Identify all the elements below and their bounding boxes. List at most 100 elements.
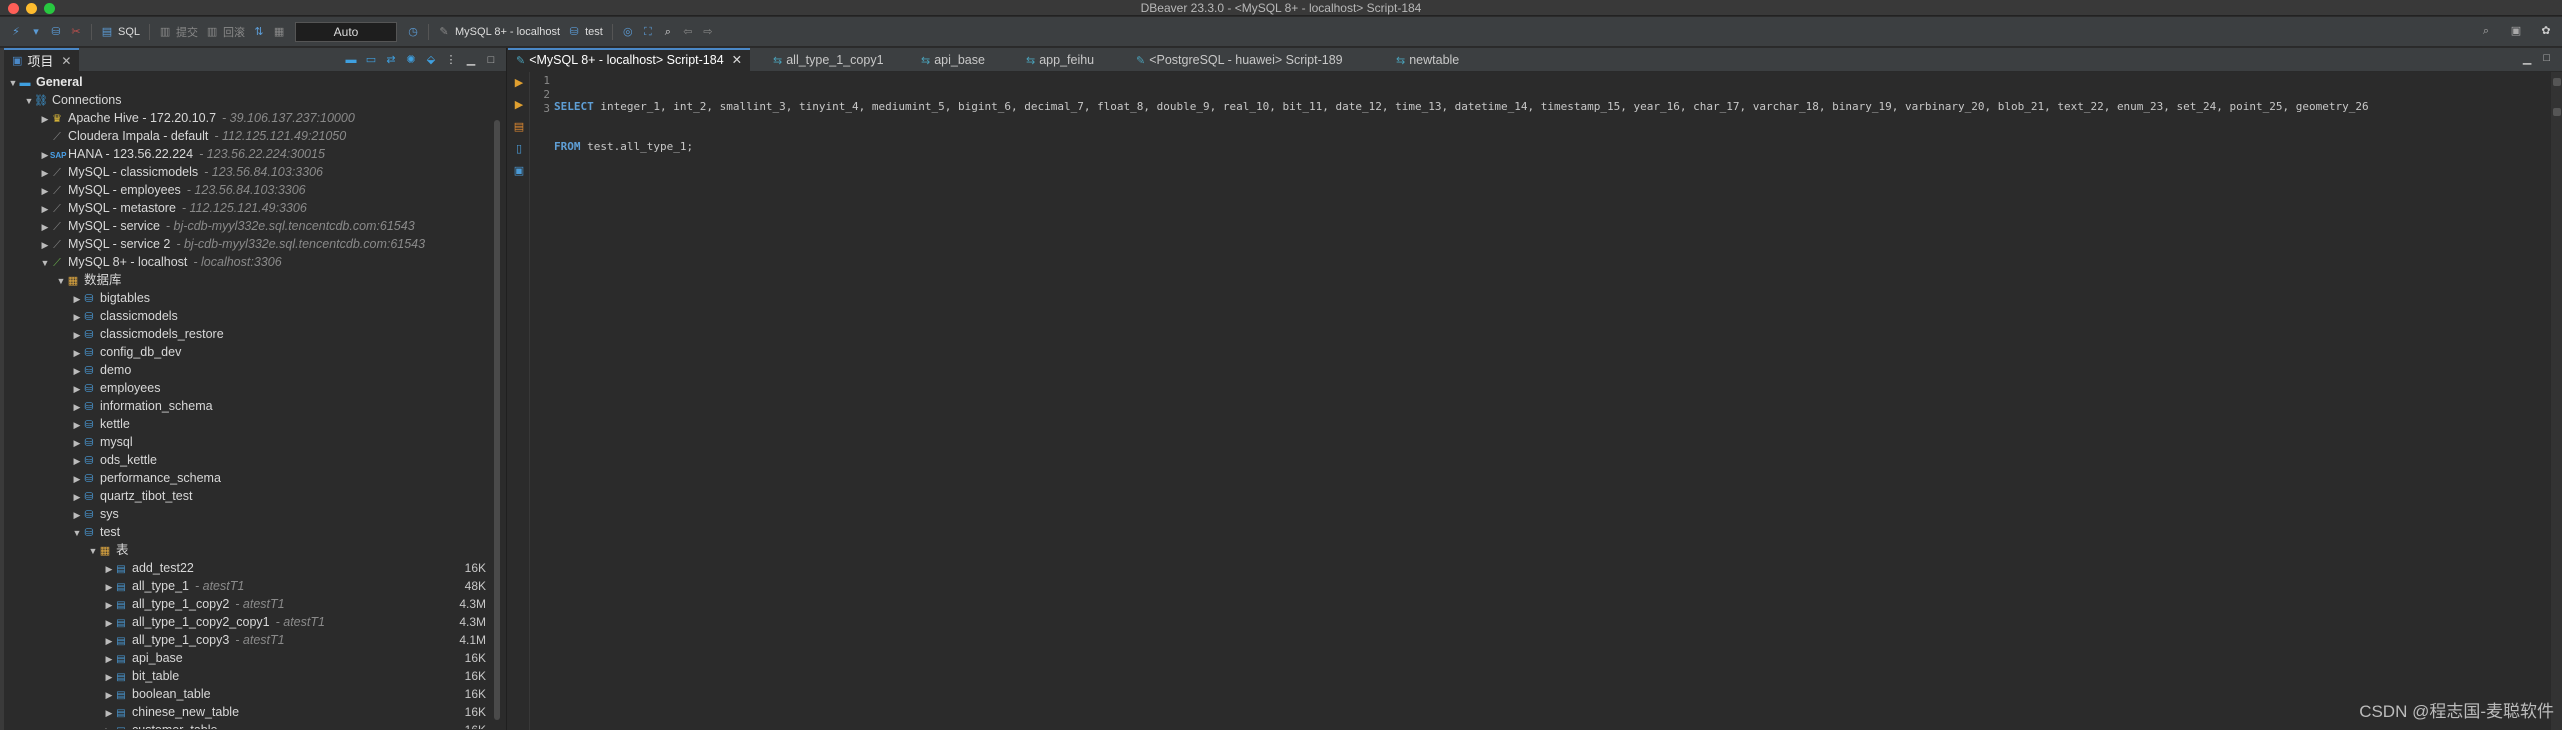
chevron-right-icon[interactable]: ▶ bbox=[104, 560, 114, 578]
chevron-right-icon[interactable]: ▶ bbox=[40, 110, 50, 128]
tree-item-table[interactable]: ▶ ▤ all_type_1_copy3- atestT1 4.1M bbox=[104, 631, 494, 649]
tree-item-connection[interactable]: ▶ ⟋ MySQL - classicmodels - 123.56.84.103:3… bbox=[40, 163, 506, 181]
sql-editor-button[interactable]: SQL bbox=[118, 26, 140, 38]
view-menu-icon[interactable]: ⋮ bbox=[444, 53, 458, 67]
chevron-right-icon[interactable]: ▶ bbox=[72, 470, 82, 488]
editor-tab-api-base[interactable]: ⇆ api_base bbox=[921, 48, 985, 72]
chevron-down-icon[interactable]: ▼ bbox=[56, 272, 66, 290]
execute-statement-icon[interactable]: ▶ bbox=[513, 77, 525, 89]
chevron-right-icon[interactable]: ▶ bbox=[40, 200, 50, 218]
tree-item-connection[interactable]: ▶ ⟋ MySQL - service 2 - bj-cdb-myyl332e.sql… bbox=[40, 235, 506, 253]
tree-item-database[interactable]: ▶ ⛁ employees bbox=[72, 379, 506, 397]
chevron-right-icon[interactable]: ▶ bbox=[40, 236, 50, 254]
maximize-icon[interactable]: □ bbox=[2543, 52, 2550, 65]
chevron-right-icon[interactable]: ▶ bbox=[72, 362, 82, 380]
commit-button[interactable]: 提交 bbox=[176, 24, 198, 40]
transaction-mode-select[interactable]: Auto bbox=[295, 21, 398, 42]
tree-item-table[interactable]: ▶ ▤ all_type_1_copy2_copy1- atestT1 4.3M bbox=[104, 613, 494, 631]
transaction-log-icon[interactable]: ▦ bbox=[272, 25, 286, 39]
active-schema-selector[interactable]: test bbox=[585, 26, 603, 38]
tree-item-databases-folder[interactable]: ▼ ▦ 数据库 bbox=[56, 271, 506, 289]
tree-item-connection[interactable]: ▶ ⟋ MySQL - employees - 123.56.84.103:3306 bbox=[40, 181, 506, 199]
new-folder-icon[interactable]: ▬ bbox=[344, 53, 358, 67]
tree-item-table[interactable]: ▶ ▤ all_type_1- atestT1 48K bbox=[104, 577, 494, 595]
chevron-right-icon[interactable]: ▶ bbox=[104, 578, 114, 596]
chevron-right-icon[interactable]: ▶ bbox=[104, 704, 114, 722]
link-editor-icon[interactable]: ⇄ bbox=[384, 53, 398, 67]
chevron-down-icon[interactable]: ▼ bbox=[88, 542, 98, 560]
tree-item-table[interactable]: ▶ ▤ api_base 16K bbox=[104, 649, 494, 667]
chevron-right-icon[interactable]: ▶ bbox=[72, 452, 82, 470]
chevron-right-icon[interactable]: ▶ bbox=[72, 290, 82, 308]
db-navigator-icon[interactable]: ▾ bbox=[29, 25, 43, 39]
sql-templates-icon[interactable]: ⛶ bbox=[641, 25, 655, 39]
tree-item-connections[interactable]: ▼⛓ Connections bbox=[24, 91, 506, 109]
tree-item-database[interactable]: ▶ ⛁ ods_kettle bbox=[72, 451, 506, 469]
tree-item-connection[interactable]: ▶ ♛ Apache Hive - 172.20.10.7 - 39.106.137.… bbox=[40, 109, 506, 127]
rollback-icon[interactable]: ▥ bbox=[205, 25, 219, 39]
outline-icon[interactable] bbox=[2553, 78, 2561, 86]
chevron-right-icon[interactable]: ▶ bbox=[104, 614, 114, 632]
terminal-icon[interactable]: ▣ bbox=[513, 165, 525, 177]
chevron-right-icon[interactable]: ▶ bbox=[72, 326, 82, 344]
disconnect-icon[interactable]: ✂ bbox=[69, 25, 83, 39]
tree-item-database[interactable]: ▶ ⛁ classicmodels_restore bbox=[72, 325, 506, 343]
tree-item-database[interactable]: ▶ ⛁ mysql bbox=[72, 433, 506, 451]
perspective-icon[interactable]: ▣ bbox=[2509, 24, 2523, 38]
collapse-all-icon[interactable]: ▭ bbox=[364, 53, 378, 67]
tree-item-table[interactable]: ▶ ▤ boolean_table 16K bbox=[104, 685, 494, 703]
close-icon[interactable]: ✕ bbox=[61, 54, 71, 68]
editor-tab-script-184[interactable]: ✎ <MySQL 8+ - localhost> Script-184 ✕ bbox=[508, 48, 751, 72]
rollback-button[interactable]: 回滚 bbox=[223, 24, 245, 40]
tree-item-connection[interactable]: ▶ ⟋ MySQL - metastore - 112.125.121.49:3306 bbox=[40, 199, 506, 217]
chevron-right-icon[interactable]: ▶ bbox=[104, 686, 114, 704]
chevron-right-icon[interactable]: ▶ bbox=[72, 488, 82, 506]
connect-icon[interactable]: ⛁ bbox=[49, 25, 63, 39]
tree-item-database[interactable]: ▶ ⛁ bigtables bbox=[72, 289, 506, 307]
tree-item-database[interactable]: ▶ ⛁ kettle bbox=[72, 415, 506, 433]
tree-item-tables-folder[interactable]: ▼ ▦ 表 bbox=[88, 541, 506, 559]
tree-item-database[interactable]: ▶ ⛁ demo bbox=[72, 361, 506, 379]
tree-item-connection[interactable]: ⟋ Cloudera Impala - default - 112.125.121.… bbox=[40, 127, 506, 145]
chevron-down-icon[interactable]: ▼ bbox=[72, 524, 82, 542]
tree-item-connection[interactable]: ▶ ⟋ MySQL - service - bj-cdb-myyl332e.sql.t… bbox=[40, 217, 506, 235]
minimize-icon[interactable]: ▁ bbox=[2523, 52, 2531, 65]
chevron-right-icon[interactable]: ▶ bbox=[72, 434, 82, 452]
dbeaver-perspective-icon[interactable]: ✿ bbox=[2539, 24, 2553, 38]
compass-icon[interactable]: ◎ bbox=[621, 25, 635, 39]
search-icon[interactable]: ⌕ bbox=[661, 25, 675, 39]
editor-tab-all-type-1-copy1[interactable]: ⇆ all_type_1_copy1 bbox=[773, 48, 884, 72]
tree-item-database[interactable]: ▶ ⛁ quartz_tibot_test bbox=[72, 487, 506, 505]
tree-item-table[interactable]: ▶ ▤ add_test22 16K bbox=[104, 559, 494, 577]
explain-plan-icon[interactable]: ▯ bbox=[513, 143, 525, 155]
tree-item-database[interactable]: ▶ ⛁ performance_schema bbox=[72, 469, 506, 487]
chevron-right-icon[interactable]: ▶ bbox=[72, 416, 82, 434]
chevron-right-icon[interactable]: ▶ bbox=[104, 650, 114, 668]
chevron-right-icon[interactable]: ▶ bbox=[72, 380, 82, 398]
project-tree-scrollbar[interactable] bbox=[494, 120, 500, 720]
tree-item-table[interactable]: ▶▤ customer_table 16K bbox=[104, 721, 494, 729]
chevron-right-icon[interactable]: ▶ bbox=[40, 146, 50, 164]
chevron-right-icon[interactable]: ▶ bbox=[72, 344, 82, 362]
back-icon[interactable]: ⇦ bbox=[681, 25, 695, 39]
chevron-right-icon[interactable]: ▶ bbox=[104, 632, 114, 650]
global-search-icon[interactable]: ⌕ bbox=[2479, 24, 2493, 38]
tree-item-table[interactable]: ▶ ▤ chinese_new_table 16K bbox=[104, 703, 494, 721]
editor-tab-newtable[interactable]: ⇆ newtable bbox=[1396, 48, 1459, 72]
chevron-right-icon[interactable]: ▶ bbox=[40, 164, 50, 182]
chevron-down-icon[interactable]: ▼ bbox=[24, 92, 34, 110]
chevron-right-icon[interactable]: ▶ bbox=[72, 398, 82, 416]
tree-item-connection[interactable]: ▶ SAP HANA - 123.56.22.224- 123.56.22.224:… bbox=[40, 145, 506, 163]
transaction-mode-icon[interactable]: ⇅ bbox=[252, 25, 266, 39]
tree-item-database[interactable]: ▶ ⛁ classicmodels bbox=[72, 307, 506, 325]
chevron-right-icon[interactable]: ▶ bbox=[72, 308, 82, 326]
sql-editor-icon[interactable]: ▤ bbox=[100, 25, 114, 39]
chevron-right-icon[interactable]: ▶ bbox=[40, 182, 50, 200]
execute-script-icon[interactable]: ▶ bbox=[513, 99, 525, 111]
tree-item-database[interactable]: ▼ ⛁ test bbox=[72, 523, 506, 541]
maximize-icon[interactable]: □ bbox=[484, 53, 498, 67]
tree-item-general[interactable]: ▼ ▬ General bbox=[8, 73, 498, 91]
tree-item-table[interactable]: ▶ ▤ bit_table 16K bbox=[104, 667, 494, 685]
tree-item-database[interactable]: ▶ ⛁ config_db_dev bbox=[72, 343, 506, 361]
active-datasource-selector[interactable]: MySQL 8+ - localhost bbox=[455, 26, 560, 38]
